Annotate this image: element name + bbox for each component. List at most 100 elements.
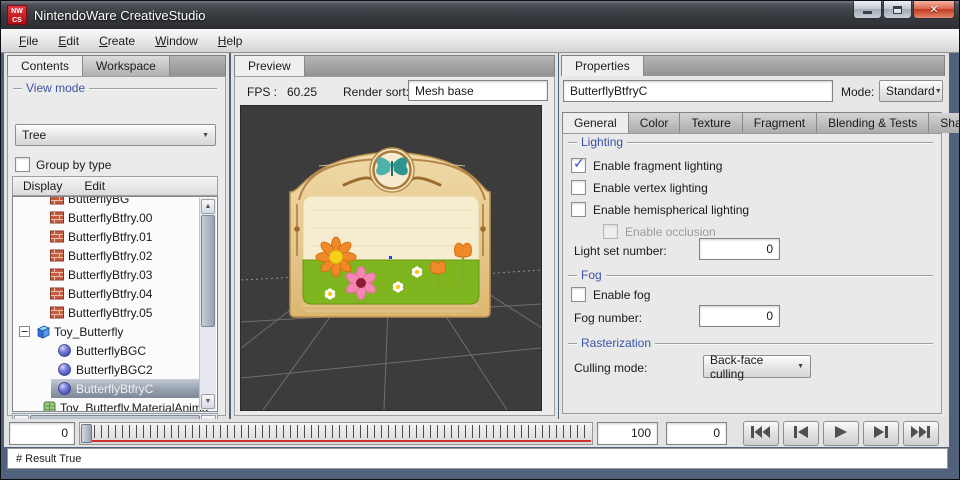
tab-contents[interactable]: Contents bbox=[8, 56, 83, 76]
menu-create[interactable]: Create bbox=[89, 30, 145, 52]
transport-controls bbox=[743, 421, 939, 446]
properties-panel: Properties ButterflyBtfryC Mode: Standar… bbox=[559, 53, 949, 419]
enable-fog-label: Enable fog bbox=[593, 288, 650, 302]
enable-hemispherical-lighting-checkbox[interactable]: ✓ bbox=[571, 202, 586, 217]
skip-start-button[interactable] bbox=[743, 421, 779, 446]
material-name-field[interactable]: ButterflyBtfryC bbox=[563, 80, 833, 102]
view-mode-value: Tree bbox=[22, 128, 46, 142]
tab-workspace[interactable]: Workspace bbox=[83, 56, 170, 76]
tree-item-butterflybtfry-01[interactable]: ButterflyBtfry.01 bbox=[43, 227, 199, 246]
scroll-up-icon[interactable]: ▲ bbox=[201, 199, 215, 214]
culling-mode-value: Back-face culling bbox=[710, 353, 797, 381]
maximize-icon bbox=[893, 6, 902, 14]
light-set-number-label: Light set number: bbox=[574, 244, 667, 258]
light-set-number-field[interactable]: 0 bbox=[699, 238, 780, 260]
enable-vertex-lighting-label: Enable vertex lighting bbox=[593, 181, 708, 195]
tab-color[interactable]: Color bbox=[629, 113, 681, 133]
tree-vertical-scrollbar[interactable]: ▲ ▼ bbox=[199, 198, 216, 410]
contents-tabstrip: ContentsWorkspace bbox=[7, 55, 226, 76]
texture-icon bbox=[49, 211, 64, 224]
tab-preview[interactable]: Preview bbox=[235, 56, 305, 76]
fog-number-label: Fog number: bbox=[574, 311, 642, 325]
enable-fragment-lighting-checkbox[interactable]: ✓ bbox=[571, 158, 586, 173]
skip-end-icon bbox=[911, 426, 931, 441]
step-back-icon bbox=[794, 426, 809, 441]
app-logo-icon: NW CS bbox=[7, 5, 27, 25]
tree-item-butterflybtfry-05[interactable]: ButterflyBtfry.05 bbox=[43, 303, 199, 322]
material-icon bbox=[57, 344, 72, 357]
preview-tabstrip: Preview bbox=[234, 55, 555, 76]
tree-item-label: ButterflyBGC bbox=[76, 344, 146, 358]
fog-group-line bbox=[568, 275, 933, 277]
menu-window[interactable]: Window bbox=[145, 30, 208, 52]
render-sort-label: Render sort: bbox=[343, 85, 409, 99]
group-by-type-checkbox[interactable]: ✓ bbox=[15, 157, 30, 172]
tree-item-toy-butterfly[interactable]: Toy_Butterfly bbox=[13, 322, 199, 341]
enable-occlusion-checkbox: ✓ bbox=[603, 224, 618, 239]
tree-item-label: ButterflyBtfry.01 bbox=[68, 230, 152, 244]
minimize-icon bbox=[863, 11, 872, 14]
render-sort-field[interactable]: Mesh base bbox=[408, 80, 548, 101]
fps-value: 60.25 bbox=[287, 85, 317, 99]
tree-vscroll-thumb[interactable] bbox=[201, 215, 215, 327]
mode-label: Mode: bbox=[841, 85, 874, 99]
tab-general[interactable]: General bbox=[563, 113, 629, 133]
tree-item-butterflybtfryc[interactable]: ButterflyBtfryC bbox=[51, 379, 199, 398]
title-bar: NW CS NintendoWare CreativeStudio ✕ bbox=[1, 1, 959, 29]
texture-icon bbox=[49, 230, 64, 243]
properties-tabstrip: Properties bbox=[561, 55, 945, 76]
tab-shaders[interactable]: Shaders bbox=[929, 113, 960, 133]
fog-number-field[interactable]: 0 bbox=[699, 305, 780, 327]
step-forward-button[interactable] bbox=[863, 421, 899, 446]
tab-properties[interactable]: Properties bbox=[562, 56, 644, 76]
timeline-slider[interactable] bbox=[79, 422, 593, 445]
display-menu[interactable]: Display bbox=[13, 177, 74, 195]
general-tab-content: Lighting ✓Enable fragment lighting✓Enabl… bbox=[562, 133, 942, 414]
tree-item-butterflybgc[interactable]: ButterflyBGC bbox=[51, 341, 199, 360]
play-button[interactable] bbox=[823, 421, 859, 446]
step-back-button[interactable] bbox=[783, 421, 819, 446]
culling-mode-dropdown[interactable]: Back-face culling ▼ bbox=[703, 355, 811, 378]
texture-icon bbox=[49, 287, 64, 300]
tree-item-butterflybgc2[interactable]: ButterflyBGC2 bbox=[51, 360, 199, 379]
maximize-button[interactable] bbox=[883, 1, 912, 19]
timeline-slider-handle[interactable] bbox=[81, 424, 92, 443]
expander-icon[interactable] bbox=[19, 326, 30, 337]
menu-edit[interactable]: Edit bbox=[48, 30, 89, 52]
tab-texture[interactable]: Texture bbox=[680, 113, 742, 133]
tree-item-butterflybg[interactable]: ButterflyBG bbox=[43, 196, 199, 208]
preview-panel-body: FPS : 60.25 Render sort: Mesh base bbox=[234, 76, 555, 416]
tree-item-butterflybtfry-02[interactable]: ButterflyBtfry.02 bbox=[43, 246, 199, 265]
skip-start-icon bbox=[751, 426, 771, 441]
preview-viewport[interactable] bbox=[240, 105, 542, 411]
tree-item-label: Toy_Butterfly bbox=[54, 325, 123, 339]
tree-item-butterflybtfry-04[interactable]: ButterflyBtfry.04 bbox=[43, 284, 199, 303]
timeline-current-field[interactable]: 0 bbox=[666, 422, 727, 445]
play-icon bbox=[835, 426, 847, 441]
timeline-start-field[interactable]: 0 bbox=[9, 422, 75, 445]
tree-item-label: ButterflyBtfryC bbox=[76, 382, 153, 396]
timeline-end-field[interactable]: 100 bbox=[597, 422, 658, 445]
menu-file[interactable]: File bbox=[9, 30, 48, 52]
view-mode-dropdown[interactable]: Tree ▼ bbox=[15, 124, 216, 146]
tree-item-label: ButterflyBtfry.05 bbox=[68, 306, 152, 320]
timeline-bar: 0 100 0 bbox=[4, 419, 949, 447]
minimize-button[interactable] bbox=[853, 1, 882, 19]
app-window: NW CS NintendoWare CreativeStudio ✕ File… bbox=[0, 0, 960, 480]
scroll-down-icon[interactable]: ▼ bbox=[201, 394, 215, 409]
edit-menu[interactable]: Edit bbox=[74, 177, 117, 195]
tree-item-butterflybtfry-03[interactable]: ButterflyBtfry.03 bbox=[43, 265, 199, 284]
enable-fog-checkbox[interactable]: ✓ bbox=[571, 287, 586, 302]
enable-vertex-lighting-checkbox[interactable]: ✓ bbox=[571, 180, 586, 195]
menu-help[interactable]: Help bbox=[208, 30, 253, 52]
chevron-down-icon: ▼ bbox=[935, 88, 942, 95]
tab-blending-tests[interactable]: Blending & Tests bbox=[817, 113, 929, 133]
properties-panel-body: ButterflyBtfryC Mode: Standard ▼ General… bbox=[561, 76, 945, 416]
tree-item-toy-butterfly-materialanima[interactable]: Toy_Butterfly.MaterialAnima bbox=[37, 398, 199, 412]
close-button[interactable]: ✕ bbox=[913, 1, 955, 19]
tree-item-butterflybtfry-00[interactable]: ButterflyBtfry.00 bbox=[43, 208, 199, 227]
window-title: NintendoWare CreativeStudio bbox=[34, 8, 206, 23]
tab-fragment[interactable]: Fragment bbox=[743, 113, 817, 133]
skip-end-button[interactable] bbox=[903, 421, 939, 446]
mode-dropdown[interactable]: Standard ▼ bbox=[879, 80, 943, 102]
